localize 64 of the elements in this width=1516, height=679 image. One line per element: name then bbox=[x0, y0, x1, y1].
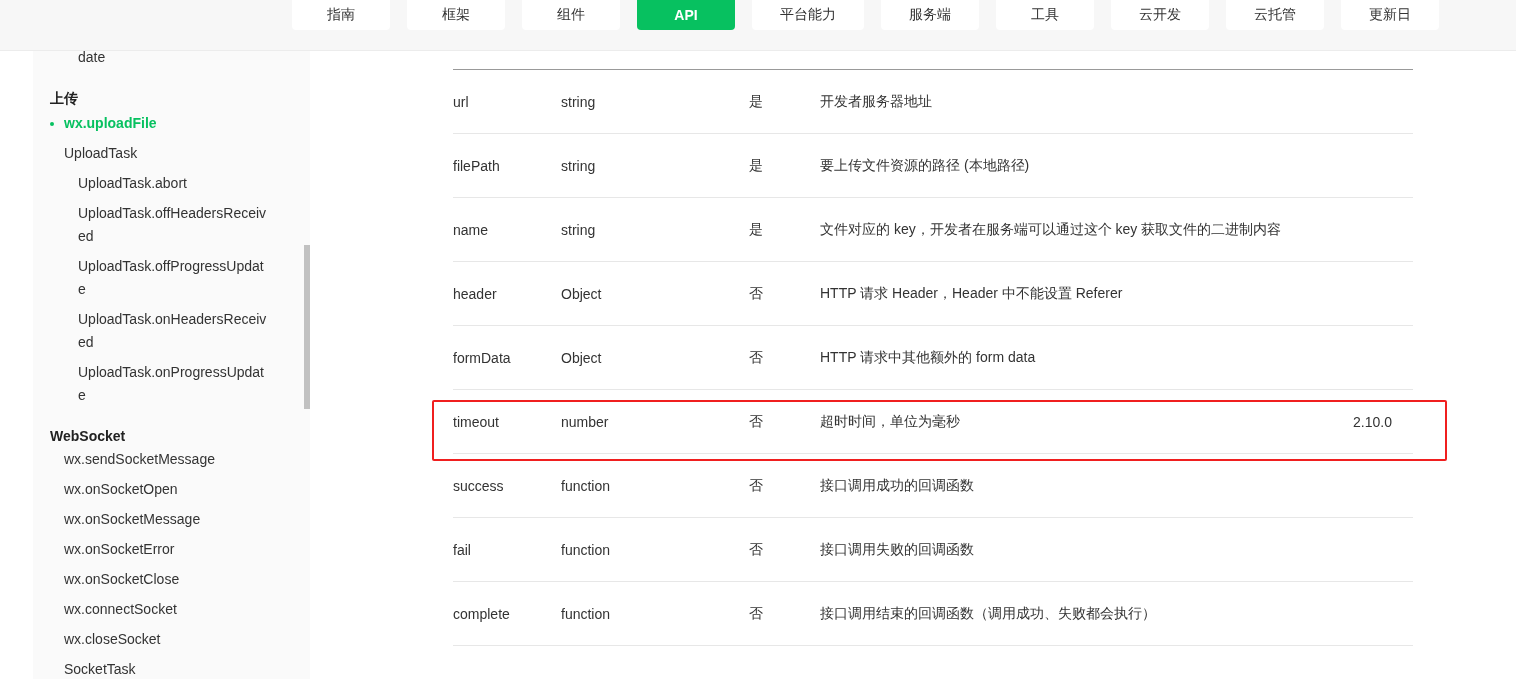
nav-link[interactable]: wx.connectSocket bbox=[64, 598, 269, 621]
required-cell: 否 bbox=[749, 284, 763, 303]
nav-link[interactable]: wx.sendSocketMessage bbox=[64, 448, 269, 471]
nav-link[interactable]: UploadTask.onHeadersReceived bbox=[78, 308, 268, 354]
nav-tab[interactable]: 组件 bbox=[522, 0, 620, 30]
param-description: 文件对应的 key，开发者在服务端可以通过这个 key 获取文件的二进制内容 bbox=[820, 220, 1282, 239]
param-type: string bbox=[561, 93, 596, 110]
param-type: string bbox=[561, 221, 596, 238]
param-name: name bbox=[453, 221, 489, 238]
nav-link[interactable]: wx.onSocketMessage bbox=[64, 508, 269, 531]
required-cell: 是 bbox=[749, 220, 763, 239]
nav-tab[interactable]: 更新日 bbox=[1341, 0, 1439, 30]
nav-link[interactable]: wx.closeSocket bbox=[64, 628, 269, 651]
param-type: string bbox=[561, 157, 596, 174]
param-description: 开发者服务器地址 bbox=[820, 92, 932, 111]
param-description: 接口调用失败的回调函数 bbox=[820, 540, 974, 559]
param-name: success bbox=[453, 477, 504, 494]
param-description: 超时时间，单位为毫秒 bbox=[820, 412, 960, 431]
nav-tab[interactable]: 指南 bbox=[292, 0, 390, 30]
nav-link[interactable]: wx.onSocketClose bbox=[64, 568, 269, 591]
param-type: function bbox=[561, 605, 611, 622]
param-description: 接口调用结束的回调函数（调用成功、失败都会执行） bbox=[820, 604, 1156, 623]
param-type: Object bbox=[561, 285, 602, 302]
nav-link[interactable]: wx.onSocketOpen bbox=[64, 478, 269, 501]
required-cell: 否 bbox=[749, 412, 763, 431]
nav-link[interactable]: UploadTask.onProgressUpdate bbox=[78, 361, 268, 407]
section-heading: WebSocket bbox=[49, 428, 126, 444]
version-cell: 2.10.0 bbox=[1353, 413, 1392, 430]
param-type: number bbox=[561, 413, 609, 430]
param-type: function bbox=[561, 541, 611, 558]
nav-link[interactable]: SocketTask bbox=[64, 658, 269, 679]
nav-tab[interactable]: 云开发 bbox=[1111, 0, 1209, 30]
param-description: HTTP 请求 Header，Header 中不能设置 Referer bbox=[820, 284, 1123, 303]
nav-link[interactable]: UploadTask bbox=[64, 142, 269, 165]
nav-tab[interactable]: 框架 bbox=[407, 0, 505, 30]
param-type: Object bbox=[561, 349, 602, 366]
param-description: 要上传文件资源的路径 (本地路径) bbox=[820, 156, 1030, 175]
param-name: header bbox=[453, 285, 497, 302]
param-name: fail bbox=[453, 541, 471, 558]
param-description: HTTP 请求中其他额外的 form data bbox=[820, 348, 1036, 367]
required-cell: 是 bbox=[749, 156, 763, 175]
param-name: formData bbox=[453, 349, 511, 366]
required-cell: 否 bbox=[749, 540, 763, 559]
nav-link[interactable]: UploadTask.offProgressUpdate bbox=[78, 255, 268, 301]
nav-tab[interactable]: 平台能力 bbox=[752, 0, 864, 30]
required-cell: 否 bbox=[749, 476, 763, 495]
nav-link[interactable]: UploadTask.abort bbox=[78, 172, 268, 195]
nav-link[interactable]: date bbox=[78, 51, 106, 69]
section-heading: 上传 bbox=[49, 90, 78, 108]
required-cell: 是 bbox=[749, 92, 763, 111]
nav-tab[interactable]: 工具 bbox=[996, 0, 1094, 30]
nav-tab[interactable]: 云托管 bbox=[1226, 0, 1324, 30]
required-cell: 否 bbox=[749, 604, 763, 623]
nav-link[interactable]: wx.onSocketError bbox=[64, 538, 269, 561]
param-type: function bbox=[561, 477, 611, 494]
param-name: complete bbox=[453, 605, 510, 622]
required-cell: 否 bbox=[749, 348, 763, 367]
nav-link-label: wx.uploadFile bbox=[64, 114, 157, 133]
nav-tab[interactable]: 服务端 bbox=[881, 0, 979, 30]
param-name: timeout bbox=[453, 413, 499, 430]
param-description: 接口调用成功的回调函数 bbox=[820, 476, 974, 495]
nav-link[interactable]: UploadTask.offHeadersReceived bbox=[78, 202, 268, 248]
param-name: filePath bbox=[453, 157, 500, 174]
param-name: url bbox=[453, 93, 469, 110]
